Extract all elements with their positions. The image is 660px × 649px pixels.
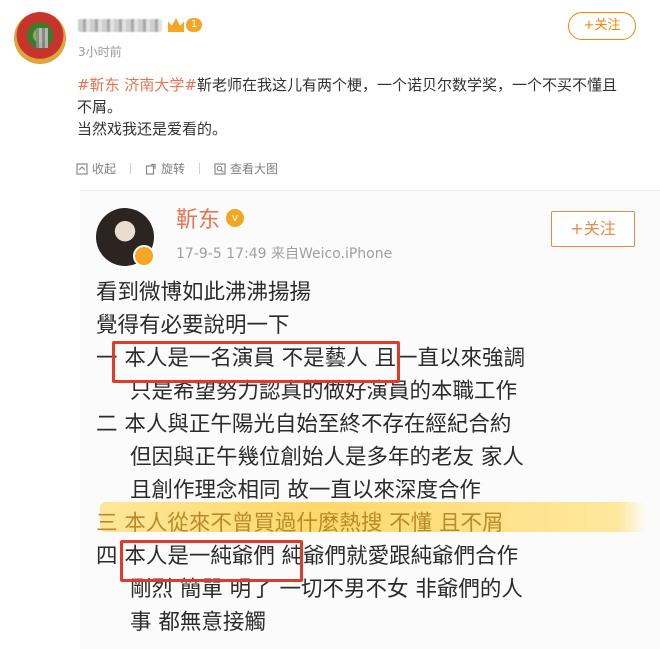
statement-text: 看到微博如此沸沸揚揚 覺得有必要說明一下 一 本人是一名演員 不是藝人 且一直以… [96,276,525,639]
post-line-1-text: 靳老师在我这儿有两个梗，一个诺贝尔数学奖，一个不买不懂且 [196,76,617,94]
collapse-icon [76,162,88,175]
divider [130,163,132,174]
divider [199,163,201,174]
hashtag-link[interactable]: 济南大学# [124,76,197,94]
inner-username: 靳东 v [176,202,245,234]
post-text: #靳东 济南大学#靳老师在我这儿有两个梗，一个诺贝尔数学奖，一个不买不懂且 不屑… [77,74,649,140]
inner-avatar [96,208,155,267]
user-name[interactable]: 1 [78,16,202,34]
inner-meta: 17-9-5 17:49 来自Weico.iPhone [176,246,393,262]
statement-line: 覺得有必要說明一下 [96,313,290,338]
view-large-button[interactable]: 查看大图 [214,160,278,177]
hashtag-link[interactable]: #靳东 [77,76,120,94]
inner-vip-badge: v [226,209,245,227]
user-avatar[interactable] [14,12,66,64]
zoom-icon [214,162,226,175]
statement-line: 二 本人與正午陽光自始至終不存在經紀合約 [96,412,512,437]
image-action-bar: 收起 旋转 查看大图 [76,160,292,177]
vip-level: 1 [186,18,202,32]
red-annotation-box [120,540,303,582]
rotate-label: 旋转 [161,162,186,176]
blurred-username [78,18,162,32]
collapse-button[interactable]: 收起 [76,160,116,177]
rotate-icon [145,163,156,175]
post-time[interactable]: 3小时前 [78,43,122,60]
statement-line: 事 都無意接觸 [130,610,266,635]
follow-button[interactable]: +关注 [568,12,636,40]
post-line-3: 当然戏我还是爱看的。 [77,120,228,138]
statement-line: 且創作理念相同 故一直以來深度合作 [130,478,481,503]
vip-badge[interactable]: 1 [168,17,202,33]
inner-username-text: 靳东 [176,208,221,233]
crown-icon [168,18,184,32]
statement-line: 看到微博如此沸沸揚揚 [96,280,312,305]
view-large-label: 查看大图 [230,162,279,176]
red-annotation-box [112,341,400,383]
collapse-label: 收起 [92,162,117,176]
post-line-1: #靳东 济南大学#靳老师在我这儿有两个梗，一个诺贝尔数学奖，一个不买不懂且 [77,74,649,96]
inner-follow-button: +关注 [551,211,635,247]
post-line-2: 不屑。 [77,98,123,116]
statement-line: 但因與正午幾位創始人是多年的老友 家人 [130,445,524,470]
post-image[interactable]: 靳东 v 17-9-5 17:49 来自Weico.iPhone +关注 看到微… [80,190,660,649]
statement-line-highlighted: 三 本人從來不曾買過什麼熱搜 不懂 且不屑 [96,511,504,536]
rotate-button[interactable]: 旋转 [145,160,185,177]
